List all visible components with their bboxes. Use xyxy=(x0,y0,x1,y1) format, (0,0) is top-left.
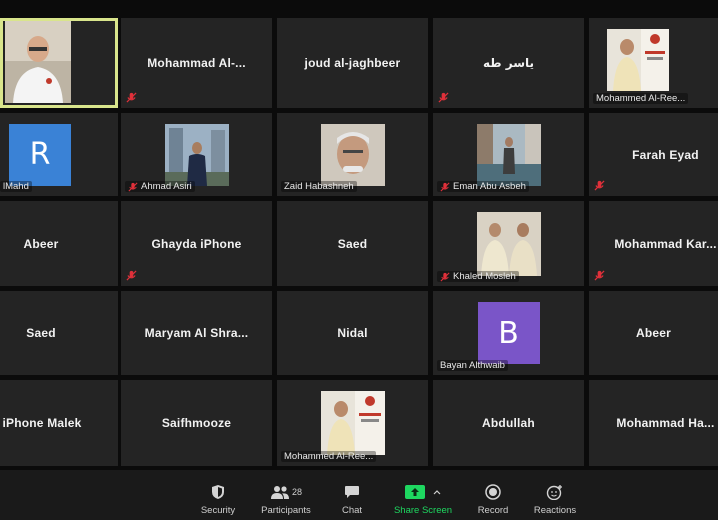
participant-name: Abeer xyxy=(23,236,59,251)
participant-video xyxy=(5,21,71,103)
video-tile[interactable]: Mohammad Ha... xyxy=(589,380,718,466)
video-tile-active-speaker[interactable] xyxy=(0,18,118,108)
participant-name: ياسر طه xyxy=(482,56,535,70)
video-tile[interactable]: Saifhmooze xyxy=(121,380,272,466)
avatar: B xyxy=(477,302,540,364)
participant-name-label: Ahmad Asiri xyxy=(125,181,195,192)
video-tile[interactable]: Mohammed Al-Ree... xyxy=(589,18,718,108)
video-tile[interactable]: iPhone Malek xyxy=(0,380,118,466)
video-tile[interactable]: Khaled Mosleh xyxy=(433,201,584,286)
chevron-up-icon[interactable] xyxy=(433,489,441,495)
participants-button[interactable]: 28 Participants xyxy=(258,482,314,516)
security-button[interactable]: Security xyxy=(196,482,240,516)
video-tile[interactable]: Ahmad Asiri xyxy=(121,113,272,196)
participant-video xyxy=(476,211,541,276)
participant-name: Mohammad Ha... xyxy=(616,416,715,430)
video-tile[interactable]: Abeer xyxy=(589,291,718,375)
participant-video xyxy=(164,123,229,186)
video-tile[interactable]: Mohammed Al-Ree... xyxy=(277,380,428,466)
participant-name-label: Bayan Althwaib xyxy=(437,360,508,371)
participant-name: Abdullah xyxy=(482,416,535,430)
video-tile[interactable]: Nidal xyxy=(277,291,428,375)
video-tile[interactable]: Maryam Al Shra... xyxy=(121,291,272,375)
participants-icon xyxy=(270,486,289,499)
record-button[interactable]: Record xyxy=(474,482,512,516)
participant-name-label: Mohammed Al-Ree... xyxy=(593,93,689,104)
participant-name-label: Mohammed Al-Ree... xyxy=(281,451,377,462)
participant-name: Nidal xyxy=(337,326,368,340)
video-tile[interactable]: Abdullah xyxy=(433,380,584,466)
participant-name: Saed xyxy=(337,236,368,251)
participant-name: Saed xyxy=(26,326,56,340)
record-icon xyxy=(485,484,501,500)
participant-name-label: Zaid Habashneh xyxy=(281,181,357,192)
video-tile[interactable]: Ghayda iPhone xyxy=(121,201,272,286)
video-tile[interactable]: joud al-jaghbeer xyxy=(277,18,428,108)
participant-video xyxy=(607,29,669,91)
participant-name: Mohammad Al-... xyxy=(147,56,246,70)
video-tile[interactable]: Zaid Habashneh xyxy=(277,113,428,196)
mic-muted-icon xyxy=(128,181,138,192)
avatar: R xyxy=(9,123,71,186)
participant-name-label: Eman Abu Asbeh xyxy=(437,181,529,192)
video-tile[interactable]: Saed xyxy=(0,291,118,375)
mic-muted-icon xyxy=(594,270,605,281)
video-tile[interactable]: Farah Eyad xyxy=(589,113,718,196)
mic-muted-icon xyxy=(440,181,450,192)
mic-muted-icon xyxy=(594,180,605,191)
shield-icon xyxy=(212,485,224,499)
participants-count: 28 xyxy=(291,487,302,497)
participant-name: Saifhmooze xyxy=(161,416,232,430)
video-tile[interactable]: ياسر طه xyxy=(433,18,584,108)
participant-name-label: lMahd xyxy=(0,181,32,192)
video-tile[interactable]: B Bayan Althwaib xyxy=(433,291,584,375)
participant-video xyxy=(476,123,541,186)
video-tile[interactable]: Eman Abu Asbeh xyxy=(433,113,584,196)
participant-name: Farah Eyad xyxy=(632,147,699,162)
mic-muted-icon xyxy=(440,271,450,282)
emoji-add-icon xyxy=(546,485,562,500)
mic-muted-icon xyxy=(126,270,137,281)
video-tile[interactable]: Mohammad Kar... xyxy=(589,201,718,286)
share-screen-button[interactable]: Share Screen xyxy=(392,482,454,516)
participant-name: Ghayda iPhone xyxy=(151,236,242,251)
video-tile[interactable]: Mohammad Al-... xyxy=(121,18,272,108)
participant-video xyxy=(320,391,385,455)
video-tile[interactable]: Abeer xyxy=(0,201,118,286)
meeting-toolbar: Security 28 Participants Chat Share Scre… xyxy=(0,470,718,520)
participant-name: iPhone Malek xyxy=(2,416,82,430)
participant-name: Abeer xyxy=(635,326,671,340)
participant-video xyxy=(320,123,385,186)
mic-muted-icon xyxy=(438,92,449,103)
chat-button[interactable]: Chat xyxy=(334,482,370,516)
participant-name-label: Khaled Mosleh xyxy=(437,271,519,282)
participant-name: Mohammad Kar... xyxy=(614,236,717,251)
participant-name: joud al-jaghbeer xyxy=(304,56,401,70)
mic-muted-icon xyxy=(126,92,137,103)
video-tile[interactable]: Saed xyxy=(277,201,428,286)
share-screen-icon xyxy=(405,485,425,499)
video-grid: Mohammad Al-... joud al-jaghbeer ياسر طه… xyxy=(0,0,718,470)
video-tile[interactable]: R lMahd xyxy=(0,113,118,196)
participant-name: Maryam Al Shra... xyxy=(144,326,249,340)
chat-bubble-icon xyxy=(345,486,359,498)
reactions-button[interactable]: Reactions xyxy=(532,482,578,516)
